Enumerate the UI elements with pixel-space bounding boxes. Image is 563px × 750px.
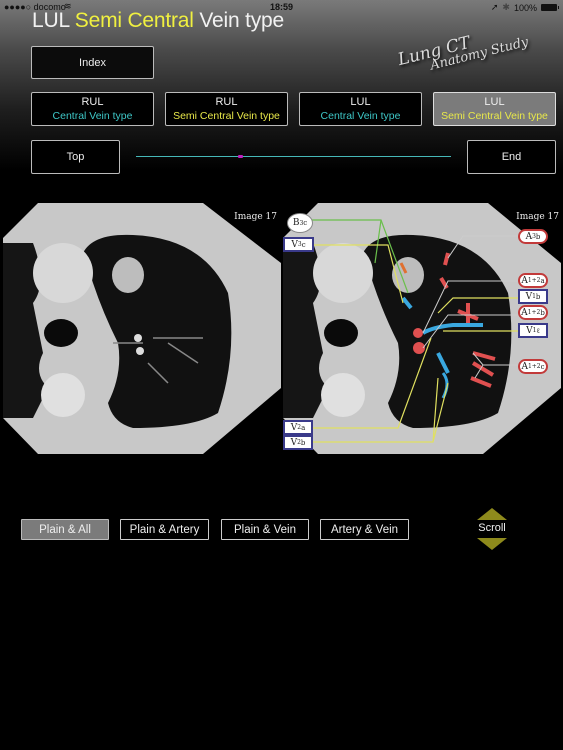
view-label: Plain & Vein [233, 523, 296, 536]
category-lobe: RUL [81, 96, 104, 108]
view-label: Plain & All [39, 523, 91, 536]
label-v2b: V2b [283, 435, 313, 450]
label-v1b: V1b [518, 289, 548, 304]
category-lul-semi-central[interactable]: LUL Semi Central Vein type [433, 92, 556, 126]
label-v2a: V2a [283, 420, 313, 435]
label-a3b: A3b [518, 229, 548, 244]
image-number-label: Image 17 [234, 212, 277, 222]
label-a12a: A 1+2 a [518, 273, 548, 288]
category-lobe: LUL [484, 96, 505, 108]
label-v3c: V3c [283, 237, 314, 252]
battery-percent: 100% [513, 2, 537, 13]
end-button[interactable]: End [467, 140, 556, 174]
top-button[interactable]: Top [31, 140, 120, 174]
scroll-control[interactable]: Scroll [472, 508, 512, 552]
scroll-down-arrow-icon[interactable] [477, 538, 507, 550]
category-type: Central Vein type [320, 110, 401, 122]
end-button-label: End [501, 151, 522, 163]
location-arrow-icon: ➚ [490, 2, 499, 12]
title-lobe: LUL [32, 9, 75, 32]
title-suffix: Vein type [193, 9, 284, 32]
view-plain-artery-button[interactable]: Plain & Artery [120, 519, 209, 540]
category-lul-central[interactable]: LUL Central Vein type [299, 92, 422, 126]
view-label: Artery & Vein [330, 523, 399, 536]
label-v1l: V1ℓ [518, 323, 548, 338]
label-a12c: A 1+2 c [518, 359, 548, 374]
top-button-label: Top [66, 151, 85, 163]
battery-icon [541, 4, 559, 11]
category-rul-central[interactable]: RUL Central Vein type [31, 92, 154, 126]
ct-image-plain[interactable]: Image 17 [3, 203, 281, 454]
view-artery-vein-button[interactable]: Artery & Vein [320, 519, 409, 540]
bluetooth-icon: ✱ [502, 2, 510, 12]
view-label: Plain & Artery [129, 523, 200, 536]
view-plain-vein-button[interactable]: Plain & Vein [221, 519, 309, 540]
scroll-label: Scroll [472, 522, 512, 534]
category-type: Semi Central Vein type [173, 110, 280, 122]
scroll-up-arrow-icon[interactable] [477, 508, 507, 520]
category-lobe: LUL [350, 96, 371, 108]
page-title: LUL Semi Central Vein type [32, 9, 284, 33]
index-button-label: Index [79, 56, 106, 69]
category-lobe: RUL [215, 96, 238, 108]
label-b3c: B3c [287, 213, 313, 233]
category-rul-semi-central[interactable]: RUL Semi Central Vein type [165, 92, 288, 126]
slider-thumb[interactable] [237, 155, 243, 158]
ct-image-annotated[interactable]: Image 17 B3c V3c A3b A 1+2 a V1b A 1+2 b V1ℓ… [283, 203, 563, 454]
image-slider[interactable] [136, 155, 451, 158]
image-number-label: Image 17 [516, 212, 559, 222]
index-button[interactable]: Index [31, 46, 154, 79]
category-type: Semi Central Vein type [441, 110, 548, 122]
label-a12b: A 1+2 b [518, 305, 548, 320]
category-type: Central Vein type [52, 110, 133, 122]
title-type-highlight: Semi Central [74, 9, 194, 32]
view-plain-all-button[interactable]: Plain & All [21, 519, 109, 540]
